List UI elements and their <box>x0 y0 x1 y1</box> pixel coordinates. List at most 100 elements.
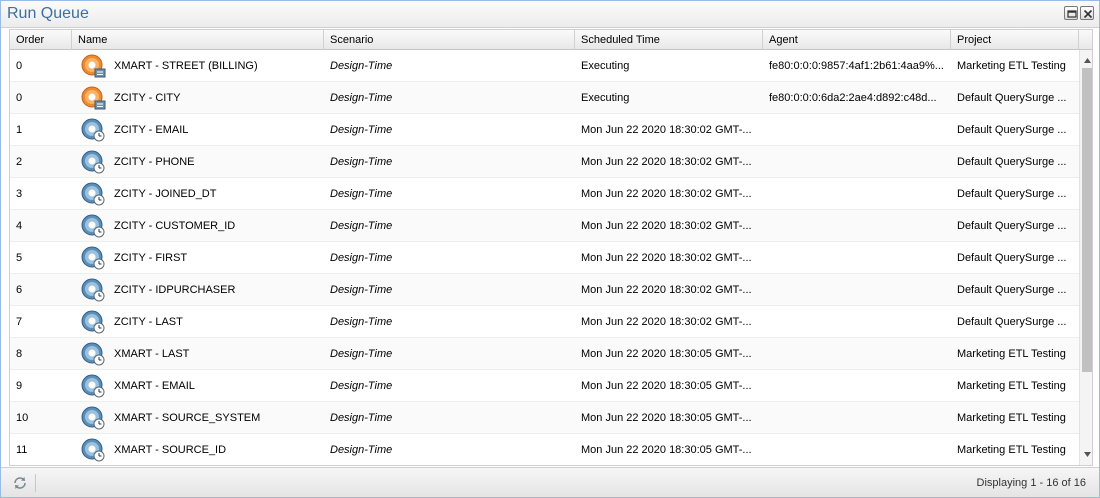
order-cell: 10 <box>16 412 29 424</box>
table-row[interactable]: 6 ZCITY - IDPURCHASER Design-Time Mon Jun 2… <box>10 274 1079 306</box>
order-cell: 5 <box>16 252 23 264</box>
scheduled-time-cell: Mon Jun 22 2020 18:30:02 GMT-... <box>581 316 752 328</box>
agent-cell <box>763 338 951 370</box>
name-text: XMART - STREET (BILLING) <box>114 60 258 72</box>
refresh-icon[interactable] <box>12 475 28 491</box>
table-row[interactable]: 2 ZCITY - PHONE Design-Time Mon Jun 22 2020… <box>10 146 1079 178</box>
table-row[interactable]: 1 ZCITY - EMAIL Design-Time Mon Jun 22 2020… <box>10 114 1079 146</box>
scenario-cell: Design-Time <box>330 92 393 104</box>
name-cell: XMART - EMAIL <box>72 370 324 402</box>
vertical-scrollbar[interactable] <box>1079 50 1092 465</box>
table-row[interactable]: 0 ZCITY - CITY Design-Time Executing fe80:0:… <box>10 82 1079 114</box>
agent-cell <box>763 210 951 242</box>
table-row[interactable]: 8 XMART - LAST Design-Time Mon Jun 22 2020 … <box>10 338 1079 370</box>
project-cell: Default QuerySurge ... <box>957 316 1067 328</box>
name-cell: ZCITY - CITY <box>72 82 324 114</box>
name-text: XMART - SOURCE_SYSTEM <box>114 412 261 424</box>
scenario-cell: Design-Time <box>330 156 393 168</box>
table-row[interactable]: 11 XMART - SOURCE_ID Design-Time Mon Jun 22… <box>10 434 1079 465</box>
column-header-scheduled-time[interactable]: Scheduled Time <box>575 30 763 50</box>
scroll-down-icon[interactable] <box>1083 450 1092 459</box>
scenario-cell: Design-Time <box>330 124 393 136</box>
order-cell: 9 <box>16 380 23 392</box>
agent-cell <box>763 306 951 338</box>
table-row[interactable]: 9 XMART - EMAIL Design-Time Mon Jun 22 2020… <box>10 370 1079 402</box>
scheduled-time-cell: Mon Jun 22 2020 18:30:02 GMT-... <box>581 284 752 296</box>
project-cell: Marketing ETL Testing <box>957 412 1066 424</box>
name-text: XMART - SOURCE_ID <box>114 444 227 456</box>
name-cell: ZCITY - EMAIL <box>72 114 324 146</box>
name-text: XMART - EMAIL <box>114 380 195 392</box>
project-cell: Marketing ETL Testing <box>957 348 1066 360</box>
close-button[interactable] <box>1080 6 1094 20</box>
table-row[interactable]: 4 ZCITY - CUSTOMER_ID Design-Time Mon Jun 2… <box>10 210 1079 242</box>
column-header-name[interactable]: Name <box>72 30 324 50</box>
name-cell: ZCITY - FIRST <box>72 242 324 274</box>
project-cell: Default QuerySurge ... <box>957 252 1067 264</box>
scheduled-time-cell: Mon Jun 22 2020 18:30:05 GMT-... <box>581 444 752 456</box>
scenario-cell: Design-Time <box>330 220 393 232</box>
project-cell: Marketing ETL Testing <box>957 444 1066 456</box>
name-cell: XMART - SOURCE_ID <box>72 434 324 465</box>
scheduled-time-cell: Mon Jun 22 2020 18:30:02 GMT-... <box>581 220 752 232</box>
project-cell: Marketing ETL Testing <box>957 60 1066 72</box>
order-cell: 2 <box>16 156 23 168</box>
column-header-project[interactable]: Project <box>951 30 1079 50</box>
queued-icon <box>80 373 106 399</box>
scheduled-time-cell: Mon Jun 22 2020 18:30:05 GMT-... <box>581 380 752 392</box>
scrollbar-thumb[interactable] <box>1082 68 1092 372</box>
agent-cell <box>763 178 951 210</box>
scenario-cell: Design-Time <box>330 444 393 456</box>
executing-icon <box>80 53 106 79</box>
order-cell: 0 <box>16 92 23 104</box>
table-row[interactable]: 10 XMART - SOURCE_SYSTEM Design-Time Mon Ju… <box>10 402 1079 434</box>
scheduled-time-cell: Mon Jun 22 2020 18:30:02 GMT-... <box>581 124 752 136</box>
name-text: ZCITY - CITY <box>114 92 181 104</box>
agent-cell <box>763 370 951 402</box>
column-header-spacer <box>1079 30 1092 50</box>
scheduled-time-cell: Executing <box>581 92 630 104</box>
table-row[interactable]: 5 ZCITY - FIRST Design-Time Mon Jun 22 2020… <box>10 242 1079 274</box>
queued-icon <box>80 117 106 143</box>
panel-header: Run Queue <box>1 1 1099 28</box>
order-cell: 6 <box>16 284 23 296</box>
restore-button[interactable] <box>1064 6 1078 20</box>
project-cell: Default QuerySurge ... <box>957 92 1067 104</box>
agent-cell <box>763 114 951 146</box>
paging-info: Displaying 1 - 16 of 16 <box>976 477 1086 489</box>
name-text: ZCITY - FIRST <box>114 252 188 264</box>
column-header-order[interactable]: Order <box>10 30 72 50</box>
queued-icon <box>80 437 106 463</box>
grid-column-headers: Order Name Scenario Scheduled Time Agent… <box>10 30 1092 50</box>
run-queue-panel: Run Queue Order Name Scenario Scheduled … <box>0 0 1100 498</box>
order-cell: 11 <box>16 444 28 456</box>
agent-cell: fe80:0:0:0:9857:4af1:2b61:4aa9%... <box>769 60 944 72</box>
agent-cell <box>763 146 951 178</box>
name-cell: XMART - STREET (BILLING) <box>72 50 324 82</box>
name-cell: XMART - SOURCE_SYSTEM <box>72 402 324 434</box>
project-cell: Default QuerySurge ... <box>957 124 1067 136</box>
order-cell: 1 <box>16 124 23 136</box>
queued-icon <box>80 309 106 335</box>
toolbar-separator <box>35 474 36 492</box>
restore-icon <box>1067 10 1077 18</box>
executing-icon <box>80 85 106 111</box>
table-row[interactable]: 3 ZCITY - JOINED_DT Design-Time Mon Jun 22 … <box>10 178 1079 210</box>
queued-icon <box>80 277 106 303</box>
agent-cell <box>763 274 951 306</box>
project-cell: Default QuerySurge ... <box>957 188 1067 200</box>
order-cell: 4 <box>16 220 23 232</box>
table-row[interactable]: 7 ZCITY - LAST Design-Time Mon Jun 22 2020 … <box>10 306 1079 338</box>
agent-cell <box>763 434 951 465</box>
name-text: ZCITY - PHONE <box>114 156 195 168</box>
table-row[interactable]: 0 XMART - STREET (BILLING) Design-Time Exec… <box>10 50 1079 82</box>
name-cell: ZCITY - CUSTOMER_ID <box>72 210 324 242</box>
name-cell: ZCITY - IDPURCHASER <box>72 274 324 306</box>
column-header-scenario[interactable]: Scenario <box>324 30 575 50</box>
scheduled-time-cell: Mon Jun 22 2020 18:30:05 GMT-... <box>581 412 752 424</box>
scheduled-time-cell: Executing <box>581 60 630 72</box>
name-text: ZCITY - JOINED_DT <box>114 188 217 200</box>
scroll-up-icon[interactable] <box>1083 56 1092 65</box>
scenario-cell: Design-Time <box>330 60 393 72</box>
column-header-agent[interactable]: Agent <box>763 30 951 50</box>
